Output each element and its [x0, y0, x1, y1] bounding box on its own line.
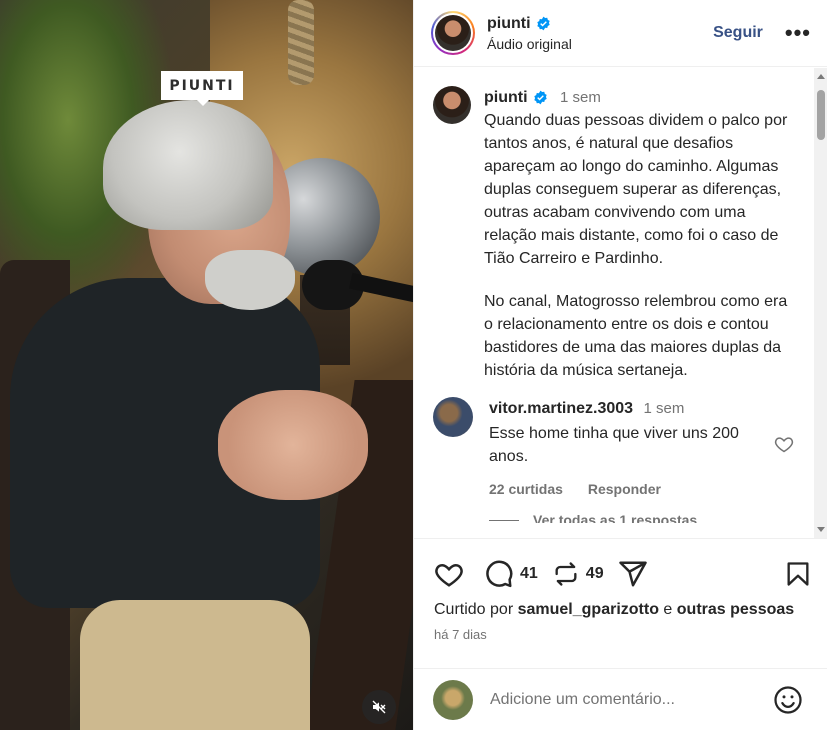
- verified-icon: [536, 16, 550, 31]
- share-icon: [618, 561, 647, 587]
- speaker-pants: [80, 600, 310, 730]
- comment-icon: [486, 560, 513, 588]
- repost-button[interactable]: [552, 560, 580, 588]
- post-actions-area: 41 49 Curtido por samuel_gparizotto e ou…: [414, 538, 827, 668]
- scroll-up-arrow[interactable]: [817, 74, 825, 79]
- comments-scroll-area[interactable]: piunti 1 sem Quando duas pessoas dividem…: [414, 68, 827, 538]
- repost-icon: [555, 562, 577, 586]
- caption-username[interactable]: piunti: [484, 86, 548, 109]
- commenter-username[interactable]: vitor.martinez.3003: [489, 400, 633, 417]
- author-username-text[interactable]: piunti: [487, 15, 531, 33]
- caption-paragraph: Quando duas pessoas dividem o palco por …: [484, 112, 788, 267]
- caption-paragraph: No canal, Matogrosso relembrou como era …: [484, 293, 788, 379]
- view-replies-text[interactable]: Ver todas as 1 respostas: [533, 512, 697, 523]
- liked-by-connector: e: [663, 601, 673, 618]
- liked-by-prefix: Curtido por: [434, 601, 514, 618]
- author-avatar[interactable]: [431, 11, 475, 55]
- verified-icon: [533, 90, 547, 105]
- action-bar: 41 49: [414, 539, 827, 591]
- repost-count[interactable]: 49: [586, 565, 604, 583]
- speaker-beard: [205, 250, 295, 310]
- comment-likes[interactable]: 22 curtidas: [489, 481, 563, 497]
- replies-divider: [489, 519, 519, 521]
- follow-button[interactable]: Seguir: [713, 24, 763, 42]
- author-username[interactable]: piunti: [487, 15, 551, 33]
- reply-button[interactable]: Responder: [588, 481, 661, 497]
- liked-by: Curtido por samuel_gparizotto e outras p…: [414, 591, 827, 619]
- liked-by-user[interactable]: samuel_gparizotto: [518, 601, 659, 618]
- current-user-avatar: [433, 679, 473, 720]
- save-button[interactable]: [784, 559, 812, 589]
- audio-label[interactable]: Áudio original: [487, 36, 713, 52]
- caption-time[interactable]: 1 sem: [560, 89, 601, 106]
- speaker-hands: [218, 390, 368, 500]
- reel-video[interactable]: PIUNTI: [0, 0, 413, 730]
- comment-text: Esse home tinha que viver uns 200 anos.: [489, 425, 739, 465]
- comment-count[interactable]: 41: [520, 565, 538, 583]
- heart-icon: [435, 563, 463, 587]
- mute-icon: [372, 700, 386, 714]
- background-rope: [288, 0, 314, 85]
- scrollbar-thumb[interactable]: [817, 90, 825, 140]
- bookmark-icon: [787, 562, 809, 586]
- commenter-avatar[interactable]: [433, 397, 473, 437]
- video-watermark: PIUNTI: [161, 71, 243, 106]
- post-caption: piunti 1 sem Quando duas pessoas dividem…: [414, 68, 827, 382]
- caption-avatar[interactable]: [433, 86, 471, 124]
- post-header: piunti Áudio original Seguir •••: [414, 0, 827, 67]
- speaker-hair: [103, 100, 273, 230]
- comment-item: vitor.martinez.3003 1 sem Esse home tinh…: [414, 382, 827, 501]
- scrollbar[interactable]: [814, 68, 827, 538]
- add-comment-bar: Adicione um comentário...: [414, 668, 827, 730]
- share-button[interactable]: [618, 559, 648, 589]
- mute-button[interactable]: [362, 690, 396, 724]
- post-timestamp[interactable]: há 7 dias: [414, 619, 827, 642]
- more-options-icon[interactable]: •••: [785, 20, 811, 46]
- comment-time[interactable]: 1 sem: [644, 400, 685, 417]
- view-replies-button[interactable]: Ver todas as 1 respostas: [414, 501, 827, 523]
- emoji-icon[interactable]: [773, 685, 803, 715]
- scroll-down-arrow[interactable]: [817, 527, 825, 532]
- caption-username-text[interactable]: piunti: [484, 86, 528, 109]
- liked-by-others[interactable]: outras pessoas: [677, 601, 794, 618]
- comment-button[interactable]: [484, 559, 514, 589]
- comment-heart-icon[interactable]: [774, 434, 794, 454]
- comment-input[interactable]: Adicione um comentário...: [490, 691, 773, 709]
- post-panel: piunti Áudio original Seguir ••• piunti: [413, 0, 827, 730]
- like-button[interactable]: [434, 559, 464, 589]
